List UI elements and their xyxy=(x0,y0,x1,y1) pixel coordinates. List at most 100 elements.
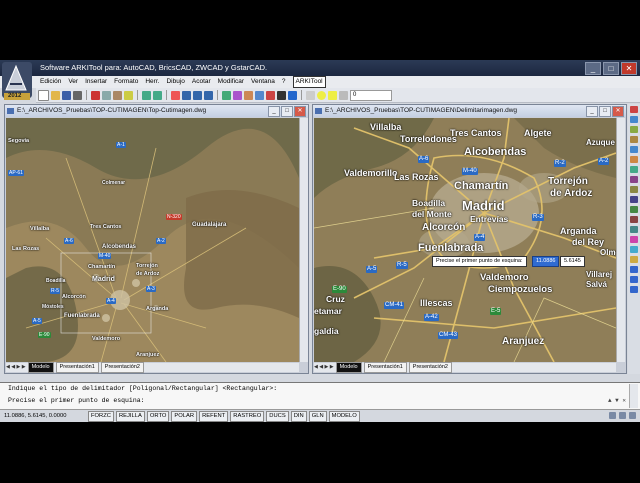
map-label-arganda: Arganda xyxy=(560,226,597,236)
match-properties-icon[interactable] xyxy=(124,90,133,100)
drawing-close-button[interactable]: ✕ xyxy=(612,106,624,117)
mode-refent-button[interactable]: REFENT xyxy=(199,411,229,422)
drawing-minimize-button[interactable]: _ xyxy=(586,106,598,117)
clean-screen-icon[interactable] xyxy=(629,412,636,419)
explode-icon[interactable] xyxy=(630,256,638,263)
command-scroll-controls[interactable]: ▲ ▼ ✕ xyxy=(608,397,626,404)
drawing-maximize-button[interactable]: □ xyxy=(281,106,293,117)
menu-ver[interactable]: Ver xyxy=(68,76,78,88)
menu-acotar[interactable]: Acotar xyxy=(192,76,211,88)
dynamic-input-y-field[interactable]: 5.6145 xyxy=(560,256,585,267)
draw-order-icon[interactable] xyxy=(630,266,638,273)
paste-icon[interactable] xyxy=(113,90,122,100)
pan-icon[interactable] xyxy=(171,90,180,100)
menu-modificar[interactable]: Modificar xyxy=(218,76,244,88)
join-icon[interactable] xyxy=(630,226,638,233)
standard-toolbar: 0 xyxy=(36,88,640,103)
save-icon[interactable] xyxy=(62,90,71,100)
array-icon[interactable] xyxy=(630,146,638,153)
tool-palettes-icon[interactable] xyxy=(244,90,253,100)
break-icon[interactable] xyxy=(630,216,638,223)
mode-gln-button[interactable]: GLN xyxy=(308,411,327,422)
help-icon[interactable] xyxy=(288,90,297,100)
print-icon[interactable] xyxy=(73,90,82,100)
menu-edicion[interactable]: Edición xyxy=(40,76,61,88)
mode-ducs-button[interactable]: DUCS xyxy=(266,411,289,422)
hatch-icon[interactable] xyxy=(630,286,638,293)
zoom-realtime-icon[interactable] xyxy=(182,90,191,100)
open-folder-icon[interactable] xyxy=(51,90,60,100)
layer-dropdown[interactable]: 0 xyxy=(350,89,392,101)
menu-help[interactable]: ? xyxy=(282,76,286,88)
minimize-button[interactable]: _ xyxy=(585,62,601,75)
copy-icon[interactable] xyxy=(102,90,111,100)
menu-herr[interactable]: Herr. xyxy=(145,76,159,88)
menu-arkitool[interactable]: ARKITool xyxy=(292,76,326,88)
maximize-button[interactable]: □ xyxy=(603,62,619,75)
drawing-window-top-cutimagen[interactable]: E:\_ARCHIVOS_Pruebas\TOP-CUTIMAGEN\Top-C… xyxy=(4,104,309,374)
calculator-icon[interactable] xyxy=(277,90,286,100)
command-line[interactable]: Indique el tipo de delimitador [Poligona… xyxy=(0,382,640,409)
drawing-window-delimitarimagen[interactable]: E:\_ARCHIVOS_Pruebas\TOP-CUTIMAGEN\Delim… xyxy=(312,104,627,374)
mode-orto-button[interactable]: ORTO xyxy=(146,411,170,422)
trim-icon[interactable] xyxy=(630,196,638,203)
command-prompt-line[interactable]: Precise el primer punto de esquina: xyxy=(8,397,145,404)
offset-icon[interactable] xyxy=(630,136,638,143)
properties-icon[interactable] xyxy=(222,90,231,100)
lock-toolbar-icon[interactable] xyxy=(619,412,626,419)
menu-ventana[interactable]: Ventana xyxy=(251,76,275,88)
zoom-window-icon[interactable] xyxy=(193,90,202,100)
menu-formato[interactable]: Formato xyxy=(114,76,138,88)
cut-icon[interactable] xyxy=(91,90,100,100)
copy-object-icon[interactable] xyxy=(630,116,638,123)
rotate-icon[interactable] xyxy=(630,166,638,173)
redo-icon[interactable] xyxy=(153,90,162,100)
mode-din-button[interactable]: DIN xyxy=(290,411,307,422)
drawing-minimize-button[interactable]: _ xyxy=(268,106,280,117)
block-icon[interactable] xyxy=(630,276,638,283)
layer-thaw-sun-icon[interactable] xyxy=(328,90,337,100)
undo-icon[interactable] xyxy=(142,90,151,100)
tab-modelo[interactable]: Modelo xyxy=(335,362,362,373)
new-file-icon[interactable] xyxy=(38,89,49,101)
sheet-set-icon[interactable] xyxy=(255,90,264,100)
mode-forzc-button[interactable]: FORZC xyxy=(88,411,114,422)
tab-nav-arrows[interactable]: ◀ ◀ ▶ ▶ xyxy=(6,363,26,372)
fillet-icon[interactable] xyxy=(630,246,638,253)
tab-presentacion1[interactable]: Presentación1 xyxy=(363,362,407,373)
command-scrollbar[interactable] xyxy=(629,384,638,408)
erase-icon[interactable] xyxy=(630,106,638,113)
mode-rejilla-button[interactable]: REJILLA xyxy=(115,411,145,422)
tab-nav-arrows[interactable]: ◀ ◀ ▶ ▶ xyxy=(314,363,334,372)
menu-insertar[interactable]: Insertar xyxy=(85,76,107,88)
tab-presentacion2[interactable]: Presentación2 xyxy=(408,362,452,373)
mode-polar-button[interactable]: POLAR xyxy=(171,411,198,422)
layer-lock-icon[interactable] xyxy=(339,90,348,100)
mode-modelo-button[interactable]: MODELO xyxy=(328,411,360,422)
tab-presentacion2[interactable]: Presentación2 xyxy=(100,362,144,373)
comm-center-icon[interactable] xyxy=(609,412,616,419)
drawing-vertical-scrollbar[interactable] xyxy=(616,118,625,362)
zoom-previous-icon[interactable] xyxy=(204,90,213,100)
mode-rastreo-button[interactable]: RASTREO xyxy=(230,411,265,422)
move-icon[interactable] xyxy=(630,156,638,163)
tab-presentacion1[interactable]: Presentación1 xyxy=(55,362,99,373)
tab-modelo[interactable]: Modelo xyxy=(27,362,54,373)
drawing-maximize-button[interactable]: □ xyxy=(599,106,611,117)
extend-icon[interactable] xyxy=(630,206,638,213)
menu-dibujo[interactable]: Dibujo xyxy=(166,76,184,88)
mirror-icon[interactable] xyxy=(630,126,638,133)
markup-icon[interactable] xyxy=(266,90,275,100)
design-center-icon[interactable] xyxy=(233,90,242,100)
close-button[interactable]: ✕ xyxy=(621,62,637,75)
chamfer-icon[interactable] xyxy=(630,236,638,243)
drawing-vertical-scrollbar[interactable] xyxy=(299,118,308,362)
dynamic-input-x-field[interactable]: 11.0886 xyxy=(532,256,560,267)
drawing-close-button[interactable]: ✕ xyxy=(294,106,306,117)
scale-icon[interactable] xyxy=(630,176,638,183)
layer-on-bulb-icon[interactable] xyxy=(317,90,326,100)
satellite-map-large[interactable]: Segovia Villalba Las Rozas Alcobendas To… xyxy=(6,118,299,362)
layer-manager-icon[interactable] xyxy=(306,90,315,100)
satellite-map-zoomed[interactable]: Villalba Torrelodones Tres Cantos Algete… xyxy=(314,118,616,362)
stretch-icon[interactable] xyxy=(630,186,638,193)
